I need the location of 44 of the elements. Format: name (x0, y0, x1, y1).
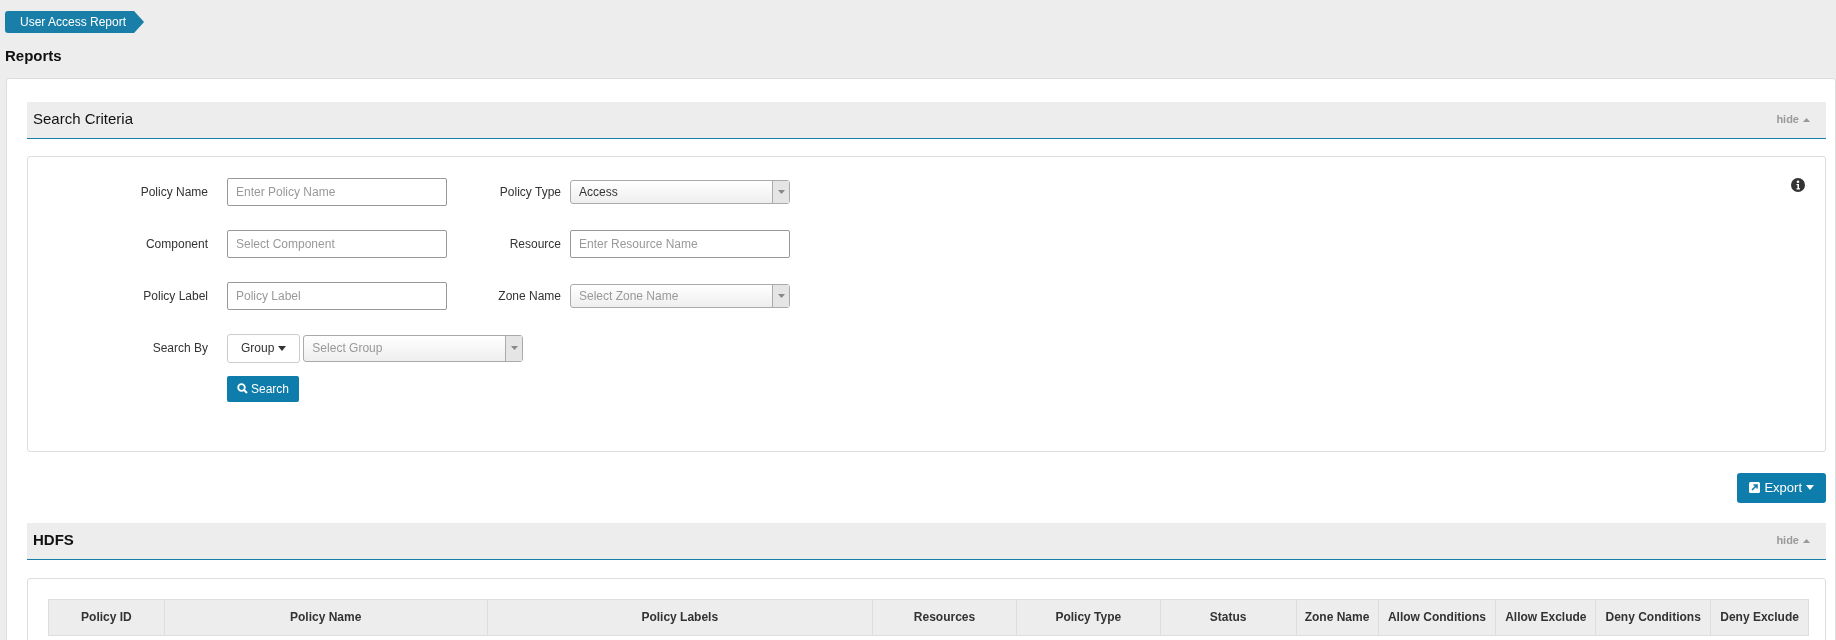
dropdown-arrow-icon (777, 293, 785, 298)
caret-icon (278, 345, 287, 351)
dropdown-arrow-icon (510, 346, 518, 350)
field-label: Resource (508, 235, 561, 253)
select-field[interactable]: Select Group (303, 334, 524, 362)
section-title: Search Criteria (33, 109, 135, 130)
search-icon (237, 383, 248, 394)
column-header: Deny Conditions (1596, 599, 1712, 635)
info-icon (1791, 177, 1805, 192)
caret-icon (1806, 485, 1814, 490)
text-field[interactable]: Policy Label (227, 281, 447, 310)
caret-up-icon (1803, 117, 1810, 122)
text-field[interactable]: Select Component (227, 229, 447, 258)
text-field[interactable]: Enter Policy Name (227, 177, 447, 206)
field-label: Component (144, 235, 208, 253)
section-title: HDFS (33, 530, 75, 551)
column-header: Allow Conditions (1378, 599, 1497, 635)
field-label: Zone Name (497, 287, 561, 305)
search-button[interactable]: Search (227, 375, 300, 402)
column-header: Policy ID (49, 599, 165, 635)
column-header: Status (1160, 599, 1297, 635)
field-label: Policy Label (142, 287, 208, 305)
hide-toggle[interactable]: hide (1776, 111, 1810, 128)
select-field[interactable]: Access (570, 179, 790, 204)
column-header: Policy Type (1016, 599, 1161, 635)
breadcrumb-tab[interactable]: User Access Report (5, 11, 145, 33)
field-label: Policy Name (139, 183, 208, 201)
column-header: Zone Name (1296, 599, 1379, 635)
column-header: Resources (873, 599, 1017, 635)
select-field[interactable]: Select Zone Name (570, 283, 790, 308)
column-header: Policy Labels (487, 599, 874, 635)
hide-toggle[interactable]: hide (1776, 532, 1810, 549)
page-title: Reports (4, 46, 63, 66)
column-header: Policy Name (164, 599, 488, 635)
group-dropdown-button[interactable]: Group (227, 333, 301, 363)
export-icon (1749, 482, 1761, 493)
field-label: Policy Type (498, 183, 561, 201)
export-button[interactable]: Export (1737, 472, 1826, 503)
column-header: Deny Exclude (1719, 609, 1800, 626)
field-label: Search By (151, 340, 208, 357)
dropdown-arrow-icon (777, 189, 785, 194)
text-field[interactable]: Enter Resource Name (570, 229, 790, 258)
caret-up-icon (1803, 538, 1810, 543)
column-header: Allow Exclude (1496, 599, 1597, 635)
